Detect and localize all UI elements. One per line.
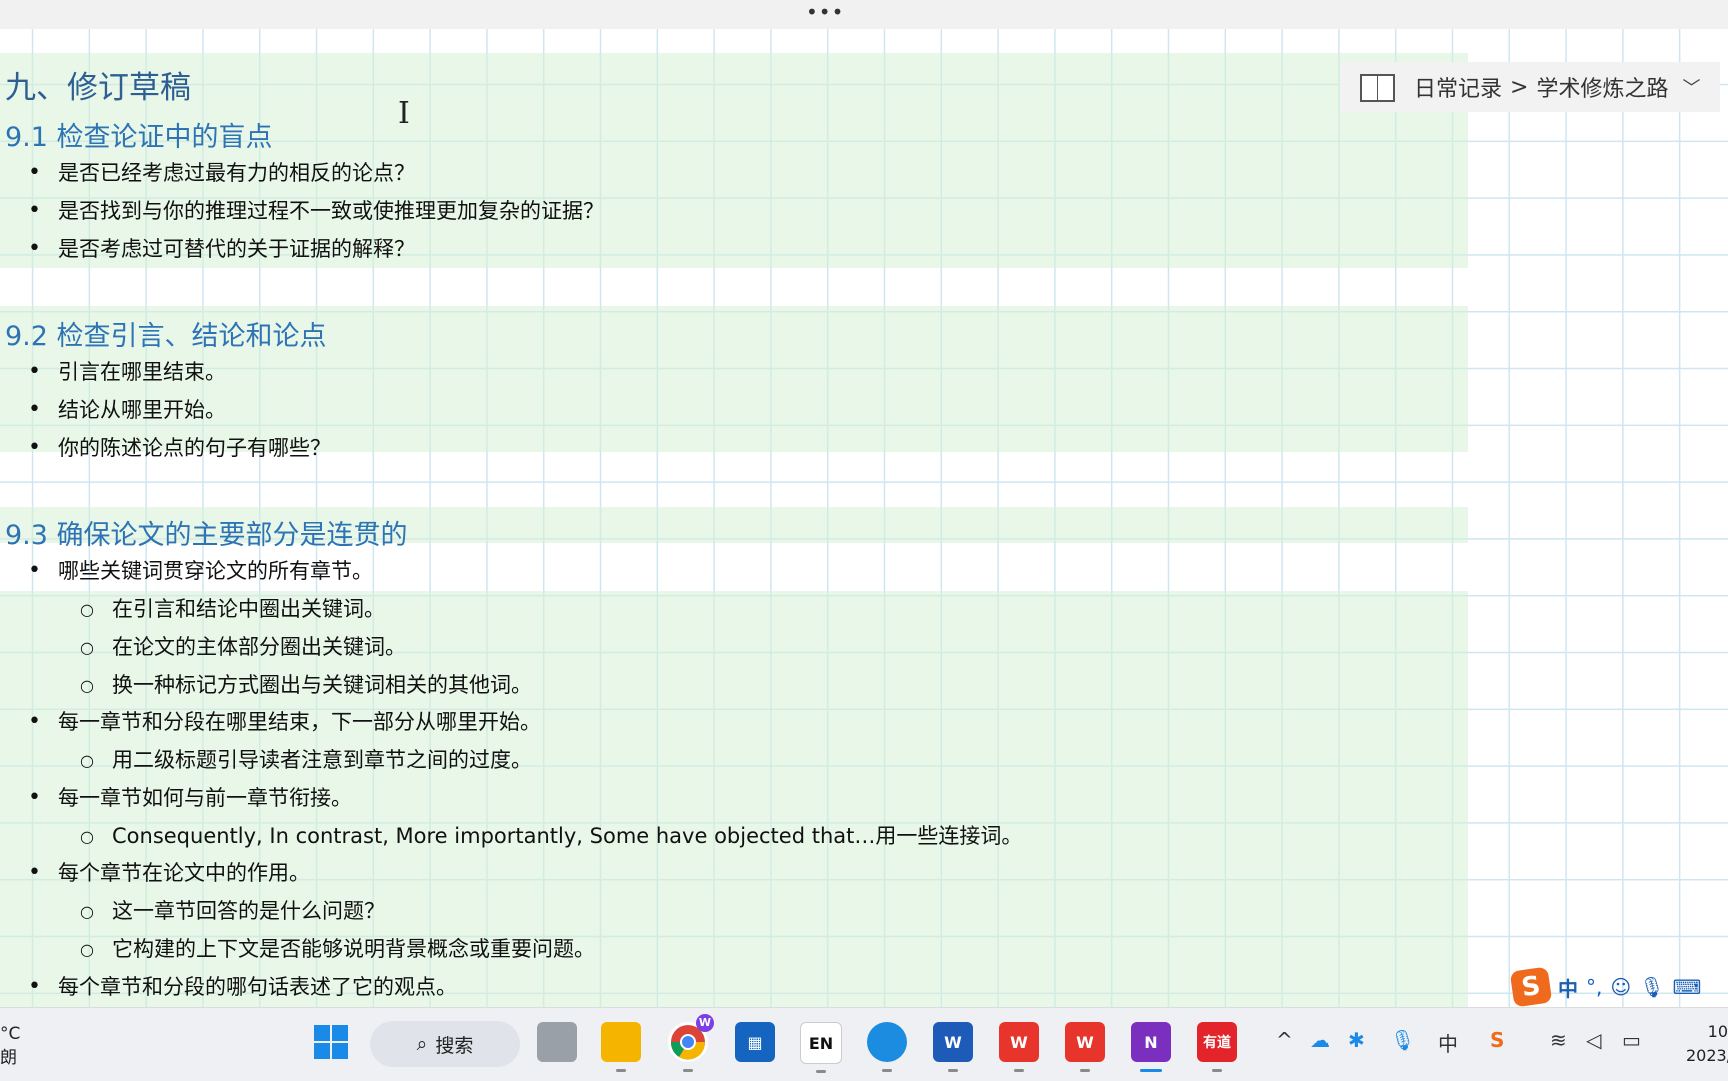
list-item[interactable]: 每一章节和分段在哪里结束，下一部分从哪里开始。 — [28, 708, 541, 736]
breadcrumb-notebook[interactable]: 日常记录 — [1414, 71, 1502, 103]
chrome-profile-badge: W — [696, 1014, 714, 1032]
sub-list-item[interactable]: 用二级标题引导读者注意到章节之间的过度。 — [80, 746, 532, 775]
wifi-icon[interactable]: ≋ — [1550, 1028, 1567, 1052]
search-icon: ⌕ — [416, 1033, 428, 1055]
task-view-icon[interactable] — [537, 1022, 577, 1062]
file-explorer-icon[interactable] — [601, 1022, 641, 1072]
notebook-icon — [1360, 74, 1396, 102]
clock-date: 2023/2/ — [1686, 1046, 1728, 1065]
sub-list-item[interactable]: 换一种标记方式圈出与关键词相关的其他词。 — [80, 671, 532, 700]
list-item[interactable]: 引言在哪里结束。 — [28, 358, 226, 386]
sogou-logo-icon[interactable]: S — [1509, 966, 1553, 1008]
list-item[interactable]: 你的陈述论点的句子有哪些？ — [28, 434, 331, 462]
windows-start-icon[interactable] — [311, 1022, 351, 1062]
weather-desc: 朗 — [0, 1048, 17, 1068]
chrome-icon[interactable]: W — [668, 1014, 714, 1072]
list-item[interactable]: 每个章节和分段的哪句话表述了它的观点。 — [28, 973, 457, 1001]
weather-widget[interactable]: °C 朗 — [0, 1022, 20, 1070]
chevron-down-icon[interactable]: ﹀ — [1682, 74, 1700, 100]
breadcrumb[interactable]: 日常记录 > 学术修炼之路 ﹀ — [1340, 62, 1720, 112]
text-cursor-icon: I — [398, 96, 410, 131]
taskbar: °C 朗 ⌕ 搜索 W ▦ EN W W W N 有道 ^ ☁ ✱ 🎙 中 S … — [0, 1007, 1728, 1081]
list-item[interactable]: 结论从哪里开始。 — [28, 396, 226, 424]
system-clock[interactable]: 10 2023/2/ — [1686, 1020, 1728, 1068]
list-item[interactable]: 是否考虑过可替代的关于证据的解释？ — [28, 235, 415, 263]
section-heading[interactable]: 9.1 检查论证中的盲点 — [5, 115, 273, 154]
ime-mode-toggle[interactable]: 中 — [1558, 973, 1578, 1002]
battery-icon[interactable]: ▭ — [1622, 1028, 1641, 1052]
more-options-icon[interactable]: ••• — [806, 2, 844, 22]
punctuation-toggle[interactable]: °, — [1586, 975, 1602, 999]
wps-icon[interactable]: W — [999, 1022, 1039, 1072]
emoji-icon[interactable]: ☺ — [1610, 975, 1631, 999]
taskbar-search[interactable]: ⌕ 搜索 — [370, 1021, 520, 1067]
wps-icon[interactable]: W — [1065, 1022, 1105, 1072]
breadcrumb-section[interactable]: 学术修炼之路 — [1536, 71, 1668, 103]
calendar-icon[interactable]: ▦ — [735, 1022, 775, 1062]
edge-icon[interactable] — [867, 1022, 907, 1072]
list-item[interactable]: 是否找到与你的推理过程不一致或使推理更加复杂的证据？ — [28, 197, 604, 225]
page-heading[interactable]: 九、修订草稿 — [5, 62, 191, 107]
en-app-icon[interactable]: EN — [800, 1022, 842, 1073]
list-item[interactable]: 是否已经考虑过最有力的相反的论点？ — [28, 159, 415, 187]
weather-temp: °C — [0, 1024, 21, 1044]
word-icon[interactable]: W — [933, 1022, 973, 1072]
onedrive-icon[interactable]: ☁ — [1310, 1028, 1330, 1052]
list-item[interactable]: 哪些关键词贯穿论文的所有章节。 — [28, 557, 373, 585]
bluetooth-icon[interactable]: ✱ — [1348, 1028, 1365, 1052]
clock-time: 10 — [1707, 1022, 1728, 1041]
chevron-up-icon[interactable]: ^ — [1276, 1028, 1293, 1052]
sub-list-item[interactable]: 在论文的主体部分圈出关键词。 — [80, 633, 406, 662]
section-heading[interactable]: 9.3 确保论文的主要部分是连贯的 — [5, 513, 408, 552]
breadcrumb-separator: > — [1510, 74, 1529, 100]
microphone-icon[interactable]: 🎙 — [1639, 975, 1664, 999]
onenote-icon[interactable]: N — [1131, 1022, 1171, 1072]
section-heading[interactable]: 9.2 检查引言、结论和论点 — [5, 314, 327, 353]
list-item[interactable]: 每一章节如何与前一章节衔接。 — [28, 784, 352, 812]
window-title-bar: ••• — [0, 0, 1728, 29]
list-item[interactable]: 每个章节在论文中的作用。 — [28, 859, 310, 887]
sogou-icon[interactable]: S — [1490, 1028, 1504, 1052]
sub-list-item[interactable]: 这一章节回答的是什么问题？ — [80, 897, 385, 926]
sub-list-item[interactable]: 它构建的上下文是否能够说明背景概念或重要问题。 — [80, 935, 595, 964]
youdao-icon[interactable]: 有道 — [1197, 1022, 1237, 1072]
tray-ime-indicator[interactable]: 中 — [1438, 1028, 1458, 1057]
note-canvas[interactable]: 九、修订草稿 9.1 检查论证中的盲点 是否已经考虑过最有力的相反的论点？ 是否… — [0, 29, 1728, 1007]
speaker-icon[interactable]: ◁ — [1586, 1028, 1601, 1052]
sub-list-item[interactable]: Consequently, In contrast, More importan… — [80, 822, 1022, 851]
keyboard-icon[interactable]: ⌨ — [1673, 975, 1702, 999]
microphone-icon[interactable]: 🎙 — [1390, 1028, 1415, 1052]
ime-toolbar[interactable]: S 中 °, ☺ 🎙 ⌨ — [1509, 966, 1728, 1008]
search-label: 搜索 — [435, 1034, 474, 1057]
sub-list-item[interactable]: 在引言和结论中圈出关键词。 — [80, 595, 385, 624]
